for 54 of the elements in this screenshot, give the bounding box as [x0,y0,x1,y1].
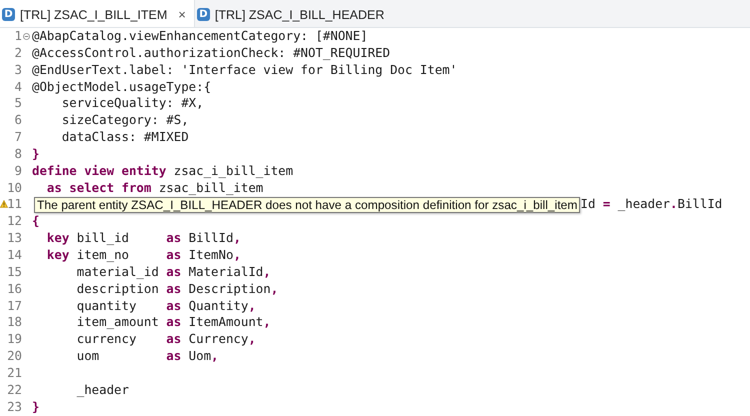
code-line: currency as Currency, [76,331,256,348]
code-line: key item_no as ItemNo, [46,246,241,264]
line-number: 7 [14,129,22,146]
code-line: uom as Uom, [76,348,219,365]
line-number: 11 [7,196,22,214]
line-number: 22 [7,382,22,399]
code-line: material_id as MaterialId, [76,264,271,281]
line-number: 17 [7,298,22,314]
line-number: 6 [14,112,22,130]
line-number: 13 [7,230,22,247]
code-line: define view entity zsac_i_bill_item [32,162,294,180]
code-line: sizeCategory: #S, [60,112,189,130]
line-number: 18 [7,314,22,332]
line-number: 2 [14,44,22,62]
line-number: 14 [7,246,22,264]
tooltip: The parent entity ZSAC_I_BILL_HEADER does not have a composition definition for zsac_i_bill_item [34,196,580,213]
line-number: 8 [14,146,22,163]
code-line: item_amount as ItemAmount, [76,314,271,332]
line-number: 20 [7,348,22,365]
code-line: quantity as Quantity, [76,298,256,314]
code-line: description as Description, [76,280,278,298]
line-number: 9 [14,162,22,180]
code-line: @AbapCatalog.viewEnhancementCategory: [#NONE] [32,28,368,45]
tab-label: [TRL] ZSAC_I_BILL_ITEM [20,8,168,22]
line-number: 21 [7,364,22,382]
editor-tab[interactable]: D [TRL] ZSAC_I_BILL_HEADER [194,0,394,27]
code-line: as select from zsac_bill_item [46,180,264,196]
line-number: 23 [7,398,22,416]
line-number: 1 [14,28,22,45]
code-line: @EndUserText.label: 'Interface view for Billing Doc Item' [32,62,458,79]
code-line: Id = _header.BillId [580,196,722,214]
code-line: key bill_id as BillId, [46,230,241,247]
line-number: 4 [14,78,22,96]
code-line: } [32,146,40,163]
fold-icon[interactable] [23,32,30,40]
file-icon: D [196,8,210,21]
line-number: 10 [7,180,22,196]
close-icon[interactable]: × [178,7,186,22]
line-number: 16 [7,280,22,298]
code-line: @AccessControl.authorizationCheck: #NOT_REQUIRED [32,44,390,62]
code-line: _header [76,382,129,399]
code-line: } [32,398,40,416]
line-number: 3 [14,62,22,79]
line-number: 12 [7,213,22,230]
code-line: @ObjectModel.usageType:{ [32,78,212,96]
line-number: 19 [7,331,22,348]
code-line: dataClass: #MIXED [60,129,189,146]
line-number: 15 [7,264,22,281]
line-number: 5 [14,95,22,112]
code-line: { [32,213,40,230]
editor-tab[interactable]: D [TRL] ZSAC_I_BILL_ITEM × [0,0,195,27]
tab-label: [TRL] ZSAC_I_BILL_HEADER [214,8,384,22]
code-line: serviceQuality: #X, [60,95,204,112]
file-icon: D [2,8,15,21]
